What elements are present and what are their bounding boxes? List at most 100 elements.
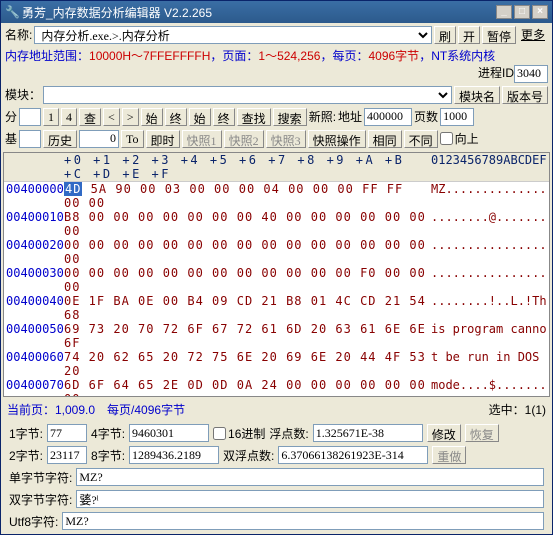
- hex-addr: 00400030: [4, 266, 62, 294]
- u8-label: Utf8字符:: [9, 513, 58, 530]
- hex-ascii: MZ..............: [429, 182, 549, 210]
- hex-ascii: ................: [429, 238, 549, 266]
- fen-label: 分: [5, 108, 17, 125]
- modify-button[interactable]: 修改: [427, 424, 461, 442]
- b2-label: 2字节:: [9, 447, 43, 464]
- pid-label: 进程ID: [478, 66, 514, 80]
- hex-bytes[interactable]: 00 00 00 00 00 00 00 00 00 00 00 00 F0 0…: [62, 266, 429, 294]
- b4-input[interactable]: [129, 424, 209, 442]
- find-button[interactable]: 查找: [237, 108, 271, 126]
- fen-input[interactable]: [19, 108, 41, 126]
- hex-row[interactable]: 0040002000 00 00 00 00 00 00 00 00 00 00…: [4, 238, 549, 266]
- module-label: 模块：: [5, 86, 41, 103]
- hex-row[interactable]: 004000706D 6F 64 65 2E 0D 0D 0A 24 00 00…: [4, 378, 549, 397]
- snap2-button[interactable]: 快照2: [224, 130, 264, 148]
- up-checkbox[interactable]: 向上: [440, 130, 479, 147]
- pause-button[interactable]: 暂停: [482, 26, 516, 44]
- hex-ascii: is program canno: [429, 322, 549, 350]
- b2-input[interactable]: [47, 446, 87, 464]
- hexhead-asc: 0123456789ABCDEF: [429, 153, 549, 181]
- hex-body[interactable]: 004000004D 5A 90 00 03 00 00 00 04 00 00…: [4, 182, 549, 397]
- one-button[interactable]: 1: [43, 108, 59, 126]
- cha-button[interactable]: 查: [79, 108, 101, 126]
- search-button[interactable]: 搜索: [273, 108, 307, 126]
- sb-label: 单字节字符:: [9, 469, 72, 486]
- next-button[interactable]: >: [122, 108, 139, 126]
- snap1-button[interactable]: 快照1: [182, 130, 222, 148]
- pages-input[interactable]: [440, 108, 474, 126]
- hex-row[interactable]: 00400010B8 00 00 00 00 00 00 00 40 00 00…: [4, 210, 549, 238]
- addr-input[interactable]: [364, 108, 412, 126]
- snap3-button[interactable]: 快照3: [266, 130, 306, 148]
- selection-info: 选中：1(1): [489, 401, 546, 418]
- hex-checkbox[interactable]: 16进制: [213, 425, 265, 442]
- hex-ascii: ........!..L.!Th: [429, 294, 549, 322]
- titlebar: 🔧 勇芳_内存数据分析编辑器 V2.2.265 _ □ ×: [1, 1, 552, 23]
- minimize-button[interactable]: _: [496, 5, 512, 19]
- restore-button[interactable]: 恢复: [465, 424, 499, 442]
- b1-input[interactable]: [47, 424, 87, 442]
- hex-row[interactable]: 0040005069 73 20 70 72 6F 67 72 61 6D 20…: [4, 322, 549, 350]
- hex-bytes[interactable]: 6D 6F 64 65 2E 0D 0D 0A 24 00 00 00 00 0…: [62, 378, 429, 397]
- float-input[interactable]: [313, 424, 423, 442]
- addr-label: 地址: [338, 108, 362, 125]
- version-button[interactable]: 版本号: [502, 86, 548, 104]
- same-button[interactable]: 相同: [368, 130, 402, 148]
- jishi-button[interactable]: 即时: [146, 130, 180, 148]
- u8-input[interactable]: [62, 512, 544, 530]
- pages-label: 页数: [414, 108, 438, 125]
- start2-button[interactable]: 始: [189, 108, 211, 126]
- modname-button[interactable]: 模块名: [454, 86, 500, 104]
- start1-button[interactable]: 始: [141, 108, 163, 126]
- current-page: 当前页：1,009.0 每页/4096字节选中：1(1): [1, 399, 552, 420]
- hex-row[interactable]: 0040003000 00 00 00 00 00 00 00 00 00 00…: [4, 266, 549, 294]
- double-label: 双浮点数:: [223, 447, 274, 464]
- hex-bytes[interactable]: 74 20 62 65 20 72 75 6E 20 69 6E 20 44 4…: [62, 350, 429, 378]
- end2-button[interactable]: 终: [213, 108, 235, 126]
- app-icon: 🔧: [5, 5, 20, 19]
- refresh-button[interactable]: 刷: [434, 26, 456, 44]
- base-input[interactable]: [19, 130, 41, 148]
- hex-bytes[interactable]: 00 00 00 00 00 00 00 00 00 00 00 00 00 0…: [62, 238, 429, 266]
- hex-bytes[interactable]: 69 73 20 70 72 6F 67 72 61 6D 20 63 61 6…: [62, 322, 429, 350]
- hist-input[interactable]: [79, 130, 119, 148]
- diff-button[interactable]: 不同: [404, 130, 438, 148]
- b8-label: 8字节:: [91, 447, 125, 464]
- snapop-button[interactable]: 快照操作: [308, 130, 366, 148]
- hex-ascii: ........@.......: [429, 210, 549, 238]
- to-button[interactable]: To: [121, 130, 144, 148]
- hex-addr: 00400060: [4, 350, 62, 378]
- pid-input[interactable]: [514, 65, 548, 83]
- hex-addr: 00400010: [4, 210, 62, 238]
- hex-row[interactable]: 004000004D 5A 90 00 03 00 00 00 04 00 00…: [4, 182, 549, 210]
- address-info: 内存地址范围：10000H～7FFEFFFFH，页面：1～524,256，每页：…: [1, 46, 552, 84]
- hex-row[interactable]: 0040006074 20 62 65 20 72 75 6E 20 69 6E…: [4, 350, 549, 378]
- double-input[interactable]: [278, 446, 428, 464]
- history-button[interactable]: 历史: [43, 130, 77, 148]
- hex-bytes[interactable]: 4D 5A 90 00 03 00 00 00 04 00 00 00 FF F…: [62, 182, 429, 210]
- four-button[interactable]: 4: [61, 108, 77, 126]
- hex-bytes[interactable]: 0E 1F BA 0E 00 B4 09 CD 21 B8 01 4C CD 2…: [62, 294, 429, 322]
- maximize-button[interactable]: □: [514, 5, 530, 19]
- module-combo[interactable]: [43, 86, 452, 104]
- b8-input[interactable]: [129, 446, 219, 464]
- prev-button[interactable]: <: [103, 108, 120, 126]
- hex-row[interactable]: 004000400E 1F BA 0E 00 B4 09 CD 21 B8 01…: [4, 294, 549, 322]
- hex-addr: 00400050: [4, 322, 62, 350]
- open-button[interactable]: 开: [458, 26, 480, 44]
- end1-button[interactable]: 终: [165, 108, 187, 126]
- db-label: 双字节字符:: [9, 491, 72, 508]
- newsnap-label: 新照:: [309, 108, 336, 125]
- hexhead-cols: +0 +1 +2 +3 +4 +5 +6 +7 +8 +9 +A +B +C +…: [62, 153, 429, 181]
- hex-addr: 00400070: [4, 378, 62, 397]
- b4-label: 4字节:: [91, 425, 125, 442]
- redo-button[interactable]: 重做: [432, 446, 466, 464]
- hex-addr: 00400020: [4, 238, 62, 266]
- close-button[interactable]: ×: [532, 5, 548, 19]
- sb-input[interactable]: [76, 468, 544, 486]
- hex-ascii: t be run in DOS: [429, 350, 549, 378]
- more-link[interactable]: 更多: [518, 25, 548, 44]
- name-combo[interactable]: 内存分析.exe.>.内存分析: [34, 26, 432, 44]
- db-input[interactable]: [76, 490, 544, 508]
- hex-bytes[interactable]: B8 00 00 00 00 00 00 00 40 00 00 00 00 0…: [62, 210, 429, 238]
